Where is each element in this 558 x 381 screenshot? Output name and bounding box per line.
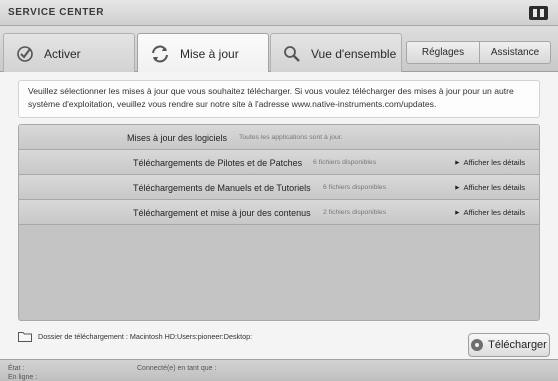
tab-mise-a-jour-label: Mise à jour bbox=[180, 47, 239, 61]
state-label: État : bbox=[8, 365, 25, 372]
tab-vue-d-ensemble[interactable]: Vue d'ensemble bbox=[270, 33, 402, 73]
tab-mise-a-jour[interactable]: Mise à jour bbox=[137, 33, 269, 74]
online-label: En ligne : bbox=[8, 374, 38, 381]
info-message: Veuillez sélectionner les mises à jour q… bbox=[18, 80, 540, 118]
show-details-link[interactable]: Afficher les détails bbox=[455, 158, 525, 167]
row-title: Mises à jour des logiciels bbox=[127, 133, 228, 143]
telecharger-label: Télécharger bbox=[488, 339, 547, 351]
download-folder[interactable]: Dossier de téléchargement : Macintosh HD… bbox=[18, 328, 252, 344]
magnifier-icon bbox=[284, 45, 300, 62]
row-subtitle: 2 fichiers disponibles bbox=[323, 209, 387, 216]
connected-label: Connecté(e) en tant que : bbox=[137, 365, 217, 372]
title-bar: SERVICE CENTER bbox=[0, 0, 558, 26]
native-instruments-logo-icon bbox=[529, 6, 548, 20]
list-item[interactable]: Téléchargement et mise à jour des conten… bbox=[19, 200, 539, 225]
row-subtitle: 6 fichiers disponibles bbox=[313, 159, 377, 166]
show-details-link[interactable]: Afficher les détails bbox=[455, 208, 525, 217]
status-connection: Connecté(e) en tant que : bbox=[137, 364, 216, 373]
tab-bar: Activer Mise à jour Vue d'ensemble Régla… bbox=[0, 26, 558, 74]
assistance-button[interactable]: Assistance bbox=[479, 41, 551, 64]
list-item[interactable]: Mises à jour des logiciels Toutes les ap… bbox=[19, 125, 539, 150]
list-item[interactable]: Téléchargements de Manuels et de Tutorie… bbox=[19, 175, 539, 200]
status-left: État : En ligne : bbox=[8, 364, 37, 381]
status-bar: État : En ligne : Connecté(e) en tant qu… bbox=[0, 359, 558, 381]
reglages-button[interactable]: Réglages bbox=[406, 41, 480, 64]
row-subtitle: Toutes les applications sont à jour. bbox=[239, 134, 343, 141]
window-title: SERVICE CENTER bbox=[8, 7, 105, 18]
download-icon bbox=[471, 339, 484, 351]
telecharger-button[interactable]: Télécharger bbox=[468, 333, 550, 357]
show-details-link[interactable]: Afficher les détails bbox=[455, 183, 525, 192]
update-list: Mises à jour des logiciels Toutes les ap… bbox=[18, 124, 540, 321]
row-title: Téléchargement et mise à jour des conten… bbox=[133, 208, 311, 218]
row-title: Téléchargements de Manuels et de Tutorie… bbox=[133, 183, 311, 193]
main-panel: Veuillez sélectionner les mises à jour q… bbox=[0, 72, 558, 359]
folder-icon bbox=[18, 331, 32, 342]
list-item[interactable]: Téléchargements de Pilotes et de Patches… bbox=[19, 150, 539, 175]
row-subtitle: 6 fichiers disponibles bbox=[323, 184, 387, 191]
tab-activer-label: Activer bbox=[44, 46, 81, 61]
refresh-icon bbox=[152, 45, 168, 63]
tab-activer[interactable]: Activer bbox=[3, 33, 135, 73]
row-title: Téléchargements de Pilotes et de Patches bbox=[133, 158, 303, 168]
download-folder-label: Dossier de téléchargement : Macintosh HD… bbox=[38, 331, 253, 341]
tab-vue-d-ensemble-label: Vue d'ensemble bbox=[311, 46, 397, 61]
check-circle-icon bbox=[17, 45, 33, 62]
